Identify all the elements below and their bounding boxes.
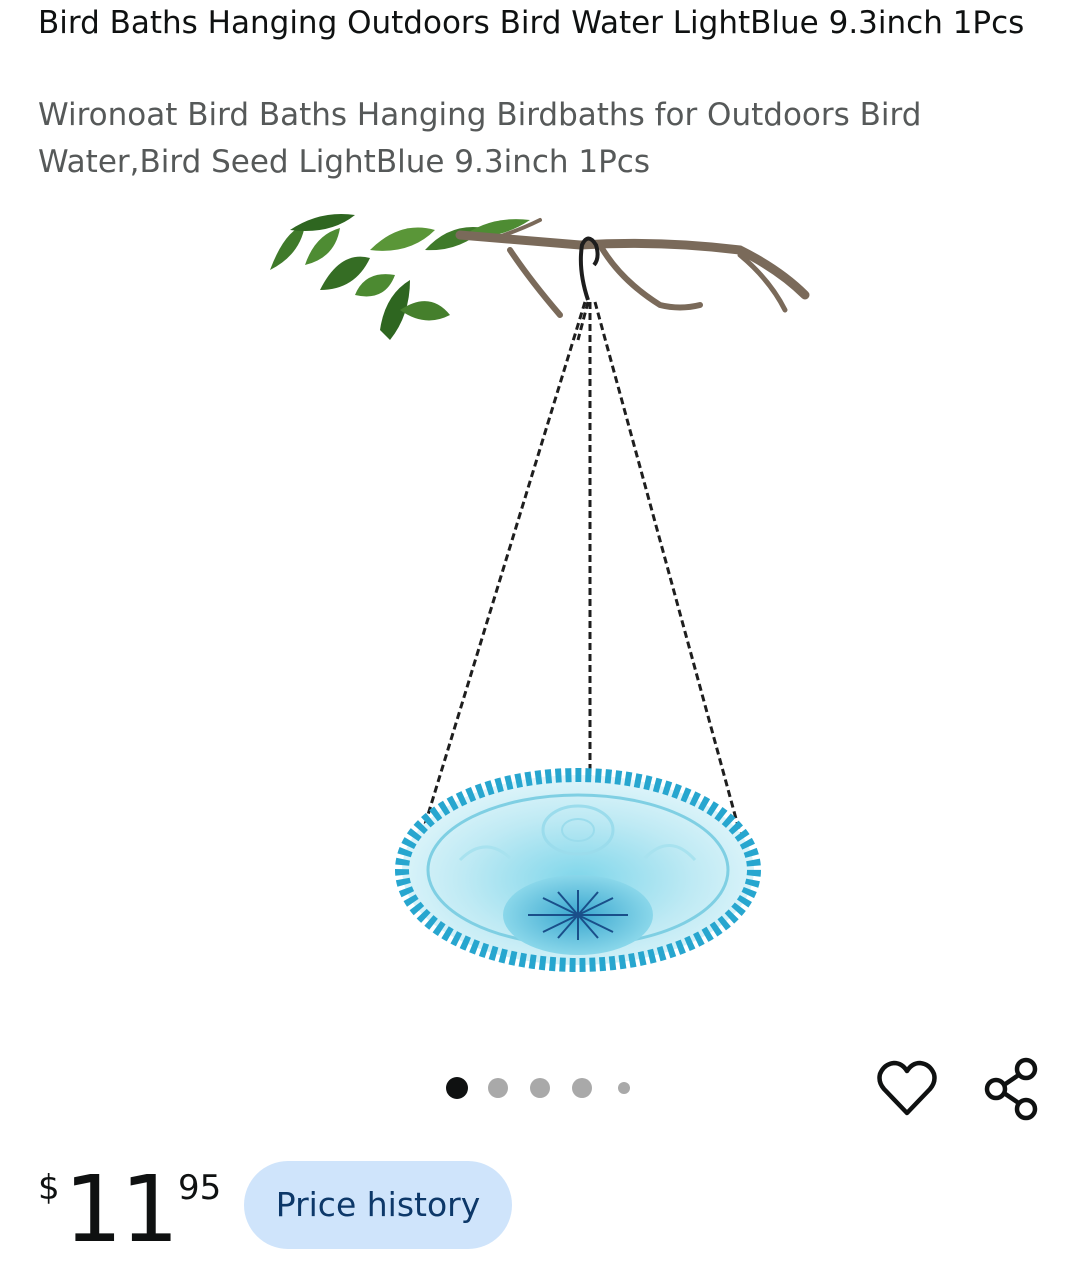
image-carousel-indicator (444, 1076, 630, 1100)
price-currency-symbol: $ (38, 1168, 60, 1208)
leaves-decoration (270, 214, 530, 340)
price-history-button[interactable]: Price history (244, 1161, 512, 1249)
carousel-dot-1[interactable] (446, 1077, 468, 1099)
price-fraction: 95 (178, 1168, 222, 1208)
carousel-dot-4[interactable] (572, 1078, 592, 1098)
carousel-dot-2[interactable] (488, 1078, 508, 1098)
bird-bath-bowl (395, 768, 761, 972)
carousel-dot-5[interactable] (618, 1082, 630, 1094)
branch-decoration (455, 218, 810, 318)
heart-outline-icon[interactable] (876, 1058, 938, 1120)
price-whole: 11 (64, 1156, 179, 1263)
product-image[interactable] (260, 210, 820, 980)
carousel-dot-3[interactable] (530, 1078, 550, 1098)
product-title: Bird Baths Hanging Outdoors Bird Water L… (38, 5, 1025, 41)
product-subtitle: Wironoat Bird Baths Hanging Birdbaths fo… (38, 97, 922, 180)
share-icon[interactable] (982, 1056, 1044, 1122)
